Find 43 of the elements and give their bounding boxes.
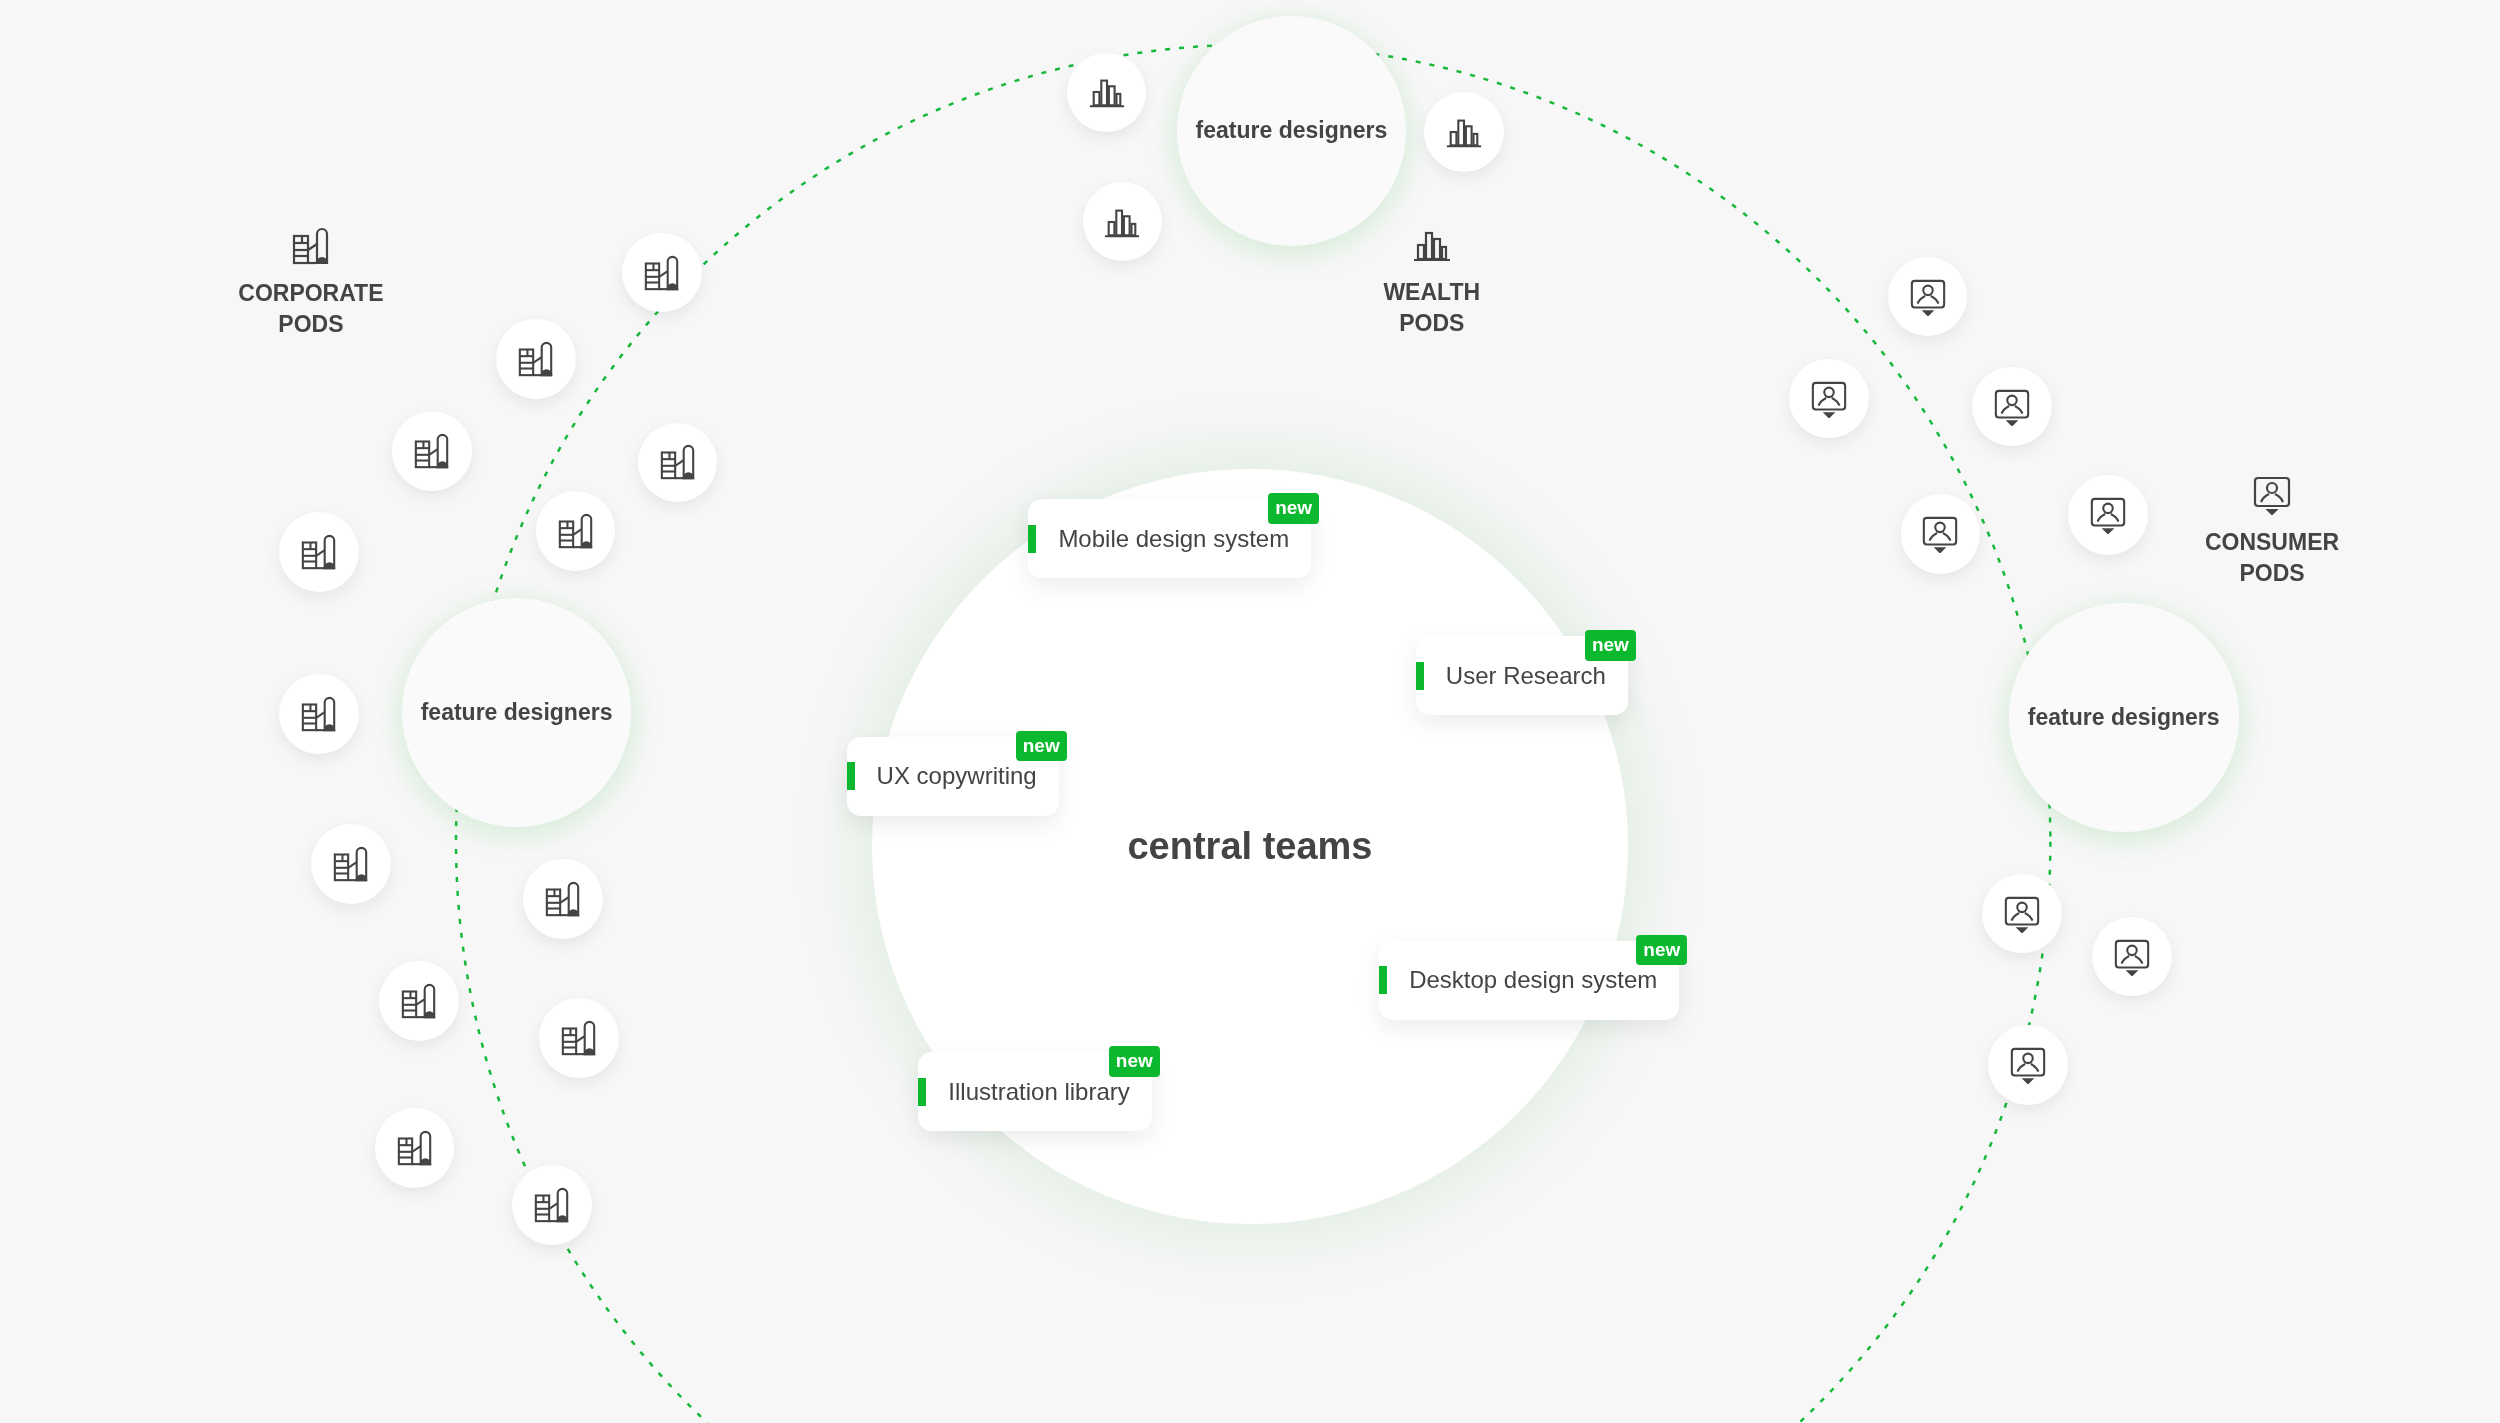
feature-group-label: feature designers: [2027, 703, 2220, 733]
building-icon: [556, 511, 595, 550]
pod-label: CONSUMER PODS: [2203, 528, 2341, 589]
feature-group-label: feature designers: [1195, 116, 1388, 146]
new-badge: new: [1584, 630, 1636, 661]
building-icon: [299, 695, 338, 734]
new-badge: new: [1268, 493, 1320, 524]
building-icon: [532, 1186, 571, 1225]
person-icon: [2009, 1046, 2048, 1085]
accent-bar: [918, 1077, 927, 1106]
building-icon: [516, 339, 555, 378]
person-icon: [2252, 475, 2292, 516]
accent-bar: [1415, 661, 1424, 690]
pod-label: CORPORATE PODS: [237, 279, 385, 340]
new-badge: new: [1636, 934, 1688, 966]
pod-label: WEALTH PODS: [1382, 277, 1482, 338]
new-badge: new: [1015, 730, 1067, 762]
person-icon: [2112, 937, 2151, 976]
person-icon: [2088, 496, 2127, 534]
building-icon: [658, 443, 697, 482]
new-badge: new: [1108, 1046, 1160, 1077]
team-title: UX copywriting: [876, 761, 1037, 792]
building-icon: [299, 532, 338, 571]
person-icon: [1908, 277, 1947, 316]
team-title: Mobile design system: [1058, 523, 1290, 554]
person-icon: [1921, 515, 1960, 554]
building-icon: [559, 1018, 598, 1057]
feature-group-label: feature designers: [420, 698, 613, 728]
building-icon: [331, 845, 370, 884]
accent-bar: [1028, 524, 1037, 553]
person-icon: [1993, 387, 2032, 426]
building-icon: [543, 880, 582, 919]
team-title: Desktop design system: [1409, 965, 1658, 996]
accent-bar: [1379, 966, 1388, 995]
accent-bar: [846, 762, 855, 791]
team-title: User Research: [1445, 660, 1606, 691]
team-title: Illustration library: [948, 1076, 1130, 1107]
central-title: central teams: [1127, 824, 1373, 870]
person-icon: [1809, 379, 1848, 418]
building-icon: [642, 253, 681, 292]
building-icon: [395, 1128, 434, 1167]
person-icon: [2002, 894, 2041, 933]
building-icon: [290, 226, 331, 267]
